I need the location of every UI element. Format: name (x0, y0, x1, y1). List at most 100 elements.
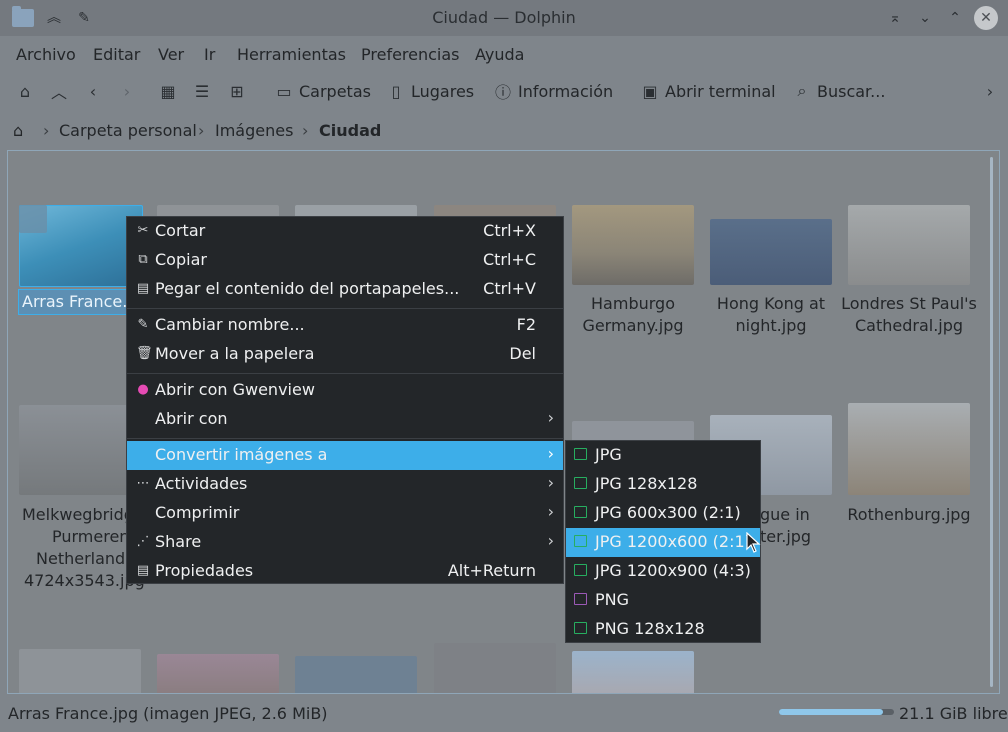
menu-item-rename[interactable]: ✎ Cambiar nombre... F2 (127, 311, 563, 340)
submenu-item-jpg-600[interactable]: JPG 600x300 (2:1) (566, 499, 760, 528)
menu-item-label: Mover a la papelera (155, 344, 315, 363)
menu-item-activities[interactable]: ⋯ Actividades › (127, 470, 563, 499)
menu-item-copy[interactable]: ⧉ Copiar Ctrl+C (127, 246, 563, 275)
up-button[interactable]: ︿ (48, 76, 70, 106)
share-icon: ⋰ (136, 534, 150, 549)
breadcrumb: ⌂ › Carpeta personal › Imágenes › Ciudad (0, 112, 1008, 148)
compact-list-icon: ☰ (194, 81, 210, 101)
menu-ayuda[interactable]: Ayuda (475, 45, 524, 64)
submenu-item-jpg[interactable]: JPG (566, 441, 760, 470)
menu-item-label: Actividades (155, 474, 248, 493)
file-name-rothenburg[interactable]: Rothenburg.jpg (834, 504, 984, 526)
file-thumbnail-londres[interactable] (848, 205, 970, 285)
chevron-right-icon: › (547, 444, 554, 463)
compact-view-button[interactable]: ☰ (191, 76, 213, 106)
image-icon (574, 506, 587, 518)
menu-item-label: Abrir con (155, 409, 228, 428)
toolbar-overflow-button[interactable]: › (979, 76, 1001, 106)
menu-item-label: Convertir imágenes a (155, 445, 328, 464)
breadcrumb-home-icon[interactable]: ⌂ (13, 121, 23, 140)
submenu-item-png[interactable]: PNG (566, 586, 760, 615)
file-thumbnail-melk[interactable] (19, 405, 141, 495)
menu-herramientas[interactable]: Herramientas (237, 45, 346, 64)
bookmark-icon: ▯ (391, 81, 401, 101)
menu-item-label: Pegar el contenido del portapapeles... (155, 279, 460, 298)
free-space-text: 21.1 GiB libre (899, 704, 1008, 723)
breadcrumb-home[interactable]: Carpeta personal (59, 121, 197, 140)
terminal-button[interactable]: ▣ Abrir terminal (639, 76, 776, 106)
chevron-right-icon: › (547, 473, 554, 492)
folders-button[interactable]: ▭ Carpetas (273, 76, 371, 106)
info-button[interactable]: ⓘ Información (492, 76, 613, 106)
search-label: Buscar... (817, 81, 886, 101)
file-thumbnail[interactable] (157, 654, 279, 693)
file-thumbnail-hamburgo[interactable] (572, 205, 694, 285)
shortcut-label: Ctrl+C (482, 250, 536, 269)
copy-icon: ⧉ (138, 252, 148, 267)
activities-icon: ⋯ (136, 476, 150, 491)
file-thumbnail-hongkong[interactable] (710, 219, 832, 285)
submenu-item-label: JPG 600x300 (2:1) (595, 503, 741, 522)
menu-editar[interactable]: Editar (93, 45, 140, 64)
terminal-label: Abrir terminal (665, 81, 776, 101)
file-name-line: Germany.jpg (582, 316, 684, 335)
minimize-button[interactable]: ⌄ (913, 6, 937, 30)
chevron-right-icon: › (547, 502, 554, 521)
maximize-button[interactable]: ⌃ (943, 6, 967, 30)
home-button[interactable]: ⌂ (14, 76, 36, 106)
menu-divider (127, 308, 563, 309)
menu-bar: Archivo Editar Ver Ir Herramientas Prefe… (0, 36, 1008, 72)
file-name-hamburgo[interactable]: Hamburgo Germany.jpg (558, 293, 708, 337)
chevron-right-icon: › (547, 531, 554, 550)
gwenview-icon: ● (137, 382, 149, 397)
menu-ir[interactable]: Ir (204, 45, 215, 64)
icons-view-button[interactable]: ▦ (157, 76, 179, 106)
breadcrumb-pictures[interactable]: Imágenes (215, 121, 293, 140)
places-button[interactable]: ▯ Lugares (385, 76, 475, 106)
submenu-item-label: PNG 128x128 (595, 619, 705, 638)
menu-preferencias[interactable]: Preferencias (361, 45, 460, 64)
menu-item-label: Abrir con Gwenview (155, 380, 315, 399)
menu-ver[interactable]: Ver (158, 45, 184, 64)
vertical-scrollbar[interactable] (990, 157, 993, 687)
keep-above-button[interactable]: ⌅ (883, 6, 907, 30)
submenu-item-jpg-1200x900[interactable]: JPG 1200x900 (4:3) (566, 557, 760, 586)
file-thumbnail[interactable] (572, 651, 694, 693)
tree-icon: ⊞ (230, 81, 244, 101)
menu-item-open-with[interactable]: Abrir con › (127, 405, 563, 434)
file-name-londres[interactable]: Londres St Paul's Cathedral.jpg (834, 293, 984, 337)
submenu-item-label: PNG (595, 590, 630, 609)
breadcrumb-current[interactable]: Ciudad (319, 121, 381, 140)
menu-item-label: Share (155, 532, 202, 551)
selection-checkbox-icon[interactable] (19, 205, 47, 233)
submenu-item-jpg-128[interactable]: JPG 128x128 (566, 470, 760, 499)
file-name-hongkong[interactable]: Hong Kong at night.jpg (696, 293, 846, 337)
file-thumbnail-rothenburg[interactable] (848, 403, 970, 495)
submenu-item-jpg-1200x600[interactable]: JPG 1200x600 (2:1) (566, 528, 760, 557)
file-thumbnail[interactable] (434, 643, 556, 693)
close-button[interactable]: ✕ (974, 6, 998, 30)
details-view-button[interactable]: ⊞ (226, 76, 248, 106)
menu-item-trash[interactable]: 🗑 Mover a la papelera Del (127, 340, 563, 369)
search-button[interactable]: ⌕ Buscar... (791, 76, 886, 106)
back-button[interactable]: ‹ (82, 76, 104, 106)
submenu-item-png-128[interactable]: PNG 128x128 (566, 615, 760, 644)
menu-archivo[interactable]: Archivo (16, 45, 76, 64)
submenu-item-label: JPG 1200x900 (4:3) (595, 561, 751, 580)
menu-item-label: Propiedades (155, 561, 254, 580)
menu-divider (127, 438, 563, 439)
file-name-arras[interactable]: Arras France.jpg (18, 289, 140, 315)
menu-item-properties[interactable]: ▤ Propiedades Alt+Return (127, 557, 563, 586)
forward-button[interactable]: › (116, 76, 138, 106)
menu-item-share[interactable]: ⋰ Share › (127, 528, 563, 557)
menu-item-paste[interactable]: ▤ Pegar el contenido del portapapeles...… (127, 275, 563, 304)
menu-item-convert[interactable]: Convertir imágenes a › (127, 441, 563, 470)
submenu-item-label: JPG 128x128 (595, 474, 698, 493)
menu-item-compress[interactable]: Comprimir › (127, 499, 563, 528)
status-bar: Arras France.jpg (imagen JPEG, 2.6 MiB) … (0, 700, 1008, 732)
menu-item-gwenview[interactable]: ● Abrir con Gwenview (127, 376, 563, 405)
info-icon: ⓘ (494, 83, 511, 102)
menu-item-cut[interactable]: ✂ Cortar Ctrl+X (127, 217, 563, 246)
file-thumbnail[interactable] (19, 649, 141, 693)
file-thumbnail[interactable] (295, 656, 417, 693)
